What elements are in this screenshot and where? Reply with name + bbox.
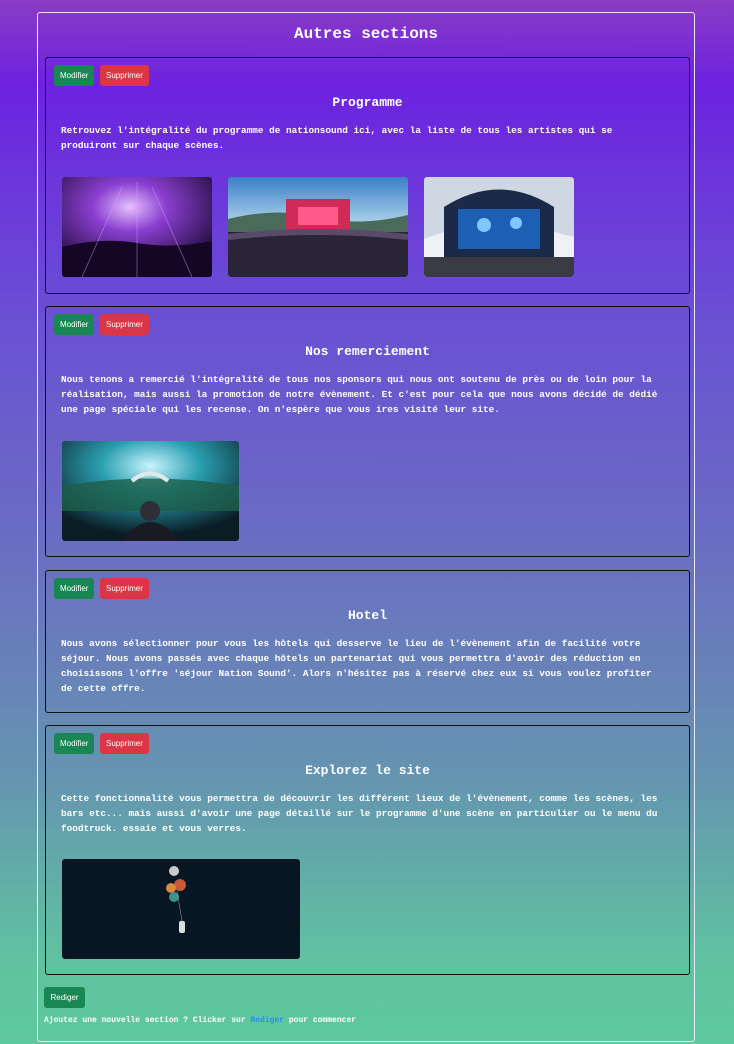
section-title: Programme <box>332 95 403 110</box>
section-title: Explorez le site <box>305 763 430 778</box>
rediger-link[interactable]: Rediger <box>250 1016 284 1025</box>
edit-button[interactable]: Modifier <box>54 314 95 335</box>
footer-hint: Ajoutez une nouvelle section ? Clicker s… <box>44 1016 356 1025</box>
delete-button[interactable]: Supprimer <box>100 314 149 335</box>
delete-button[interactable]: Supprimer <box>100 733 149 754</box>
section-card-programme: Modifier Supprimer Programme Retrouvez l… <box>45 57 690 294</box>
blue-stage-image <box>424 177 574 277</box>
page-title: Autres sections <box>293 25 439 43</box>
dj-heart-hands-image <box>62 441 239 541</box>
section-card-hotel: Modifier Supprimer Hotel Nous avons séle… <box>45 570 690 713</box>
delete-button[interactable]: Supprimer <box>100 578 149 599</box>
concert-crowd-purple-image <box>62 177 212 277</box>
astronaut-balloons-image <box>62 859 300 959</box>
delete-button[interactable]: Supprimer <box>100 65 149 86</box>
section-text: Retrouvez l'intégralité du programme de … <box>61 125 613 151</box>
section-text: Nous tenons a remercié l'intégralité de … <box>61 374 658 415</box>
section-text: Nous avons sélectionner pour vous les hô… <box>61 638 652 694</box>
footer-text-after: pour commencer <box>284 1016 357 1025</box>
section-title: Hotel <box>347 608 387 623</box>
rediger-button[interactable]: Rediger <box>44 987 85 1008</box>
festival-stage-crowd-image <box>228 177 408 277</box>
edit-button[interactable]: Modifier <box>54 578 95 599</box>
sections-panel: Autres sections Modifier Supprimer Progr… <box>37 12 695 1042</box>
edit-button[interactable]: Modifier <box>54 733 95 754</box>
section-title: Nos remerciement <box>305 344 430 359</box>
section-card-explorez: Modifier Supprimer Explorez le site Cett… <box>45 725 690 975</box>
section-card-remerciement: Modifier Supprimer Nos remerciement Nous… <box>45 306 690 557</box>
footer-text-before: Ajoutez une nouvelle section ? Clicker s… <box>44 1016 251 1025</box>
edit-button[interactable]: Modifier <box>54 65 95 86</box>
section-text: Cette fonctionnalité vous permettra de d… <box>61 793 658 834</box>
